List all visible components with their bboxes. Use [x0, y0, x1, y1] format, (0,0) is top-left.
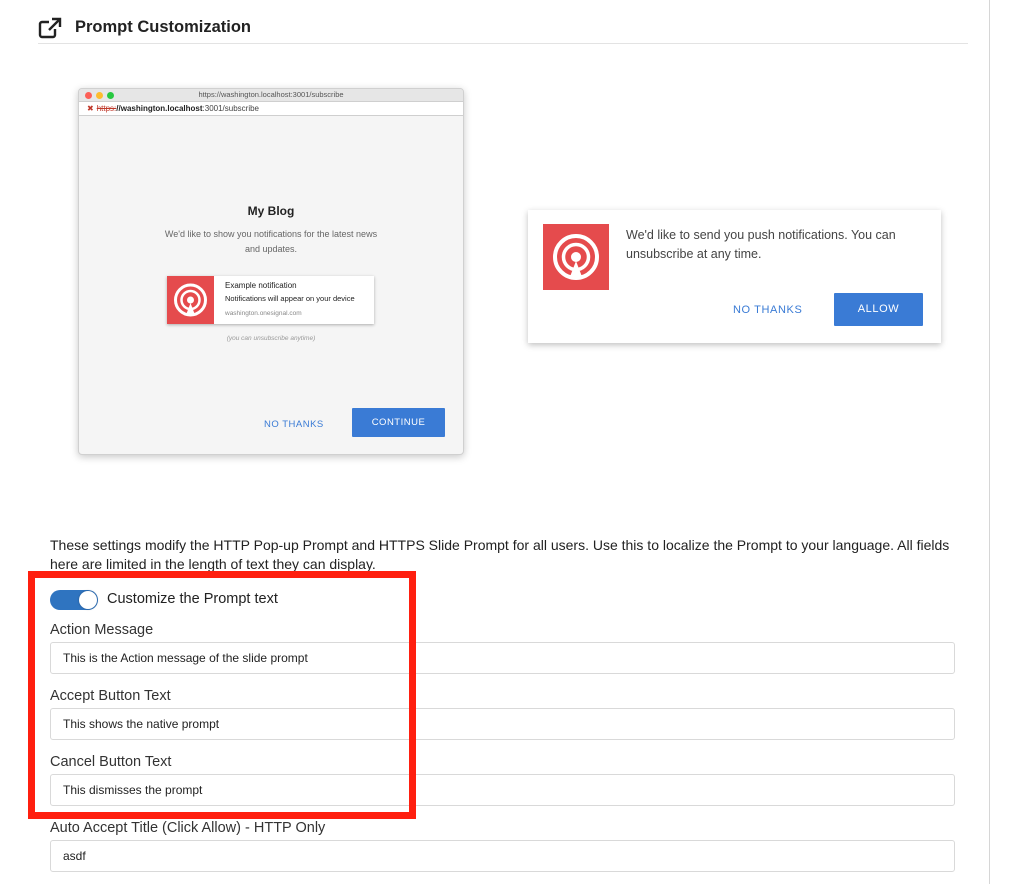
example-notification: Example notification Notifications will … — [167, 276, 374, 324]
browser-titlebar: https://washington.localhost:3001/subscr… — [79, 89, 463, 102]
blog-description: We'd like to show you notifications for … — [164, 229, 378, 254]
section-divider — [38, 43, 968, 44]
browser-address-bar: ✖ https://washington.localhost:3001/subsc… — [79, 102, 463, 116]
slide-allow-button: ALLOW — [834, 293, 923, 326]
slide-prompt-message: We'd like to send you push notifications… — [626, 228, 896, 261]
preview-continue-button: CONTINUE — [352, 408, 445, 437]
address-path: :3001/subscribe — [202, 104, 259, 113]
notification-body: Notifications will appear on your device — [225, 294, 355, 303]
accept-button-text-input[interactable] — [50, 708, 955, 740]
cancel-button-text-input[interactable] — [50, 774, 955, 806]
unsubscribe-note: (you can unsubscribe anytime) — [226, 335, 316, 342]
accept-button-text-label: Accept Button Text — [50, 688, 171, 704]
action-message-input[interactable] — [50, 642, 955, 674]
address-scheme: https: — [96, 104, 117, 113]
browser-title: https://washington.localhost:3001/subscr… — [198, 90, 344, 99]
section-title: Prompt Customization — [75, 18, 251, 36]
http-prompt-preview: https://washington.localhost:3001/subscr… — [78, 88, 464, 455]
https-slide-prompt-preview: We'd like to send you push notifications… — [528, 210, 941, 343]
action-message-label: Action Message — [50, 622, 154, 638]
prompt-customization-panel: Prompt Customization https://washington.… — [0, 0, 990, 884]
onesignal-logo-icon — [167, 276, 214, 324]
slide-no-thanks-button: NO THANKS — [733, 304, 803, 316]
toggle-knob — [79, 591, 97, 609]
customize-prompt-toggle[interactable] — [50, 590, 98, 610]
notification-heading: Example notification — [225, 281, 297, 290]
customize-prompt-label: Customize the Prompt text — [107, 591, 278, 607]
preview-no-thanks-button: NO THANKS — [264, 419, 324, 430]
address-host: //washington.localhost — [116, 104, 203, 113]
onesignal-logo-icon — [543, 224, 609, 290]
notification-site: washington.onesignal.com — [225, 310, 302, 317]
cancel-button-text-label: Cancel Button Text — [50, 754, 172, 770]
insecure-lock-icon: ✖ — [87, 104, 94, 113]
settings-description: These settings modify the HTTP Pop-up Pr… — [50, 537, 950, 572]
auto-accept-title-input[interactable] — [50, 840, 955, 872]
external-link-icon — [38, 17, 62, 39]
auto-accept-title-label: Auto Accept Title (Click Allow) - HTTP O… — [50, 820, 326, 836]
blog-title: My Blog — [247, 204, 295, 218]
